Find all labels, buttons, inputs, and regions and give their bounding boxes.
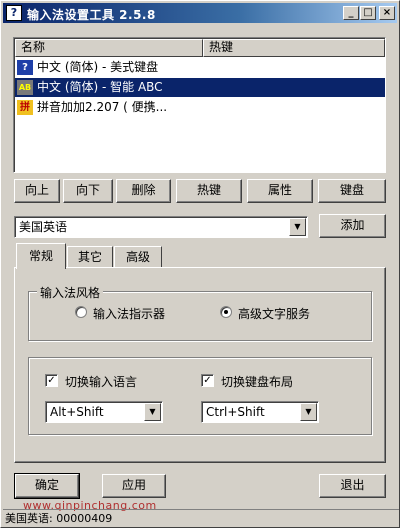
chevron-down-icon[interactable]: ▼ [300,403,317,421]
text-services-radio-label[interactable]: 高级文字服务 [238,305,310,322]
move-up-button[interactable]: 向上 [14,179,60,203]
pinyin-ime-icon: 拼 [17,100,33,115]
indicator-radio[interactable] [75,306,87,318]
column-hotkey[interactable]: 热键 [203,39,385,57]
text-services-radio[interactable] [220,306,232,318]
tab-advanced[interactable]: 高级 [114,246,162,268]
list-header: 名称 热键 [15,39,385,57]
language-select[interactable]: 美国英语 ▼ [14,216,308,238]
abc-ime-icon: AB [17,80,33,95]
list-item[interactable]: 拼 拼音加加2.207 ( 便携... [15,98,385,117]
tab-other[interactable]: 其它 [67,246,113,268]
ok-button[interactable]: 确定 [14,473,80,499]
switch-language-checkbox[interactable]: ✓ [45,374,58,387]
hotkey-button[interactable]: 热键 [176,179,242,203]
ime-list[interactable]: 名称 热键 ? 中文 (简体) - 美式键盘 AB 中文 (简体) - 智能 A… [13,37,386,173]
switch-keyboard-checkbox[interactable]: ✓ [201,374,214,387]
window-title: 输入法设置工具 2.5.8 [27,8,156,22]
add-button[interactable]: 添加 [319,214,386,238]
delete-button[interactable]: 删除 [116,179,171,203]
properties-button[interactable]: 属性 [247,179,313,203]
title-bar[interactable]: ? 输入法设置工具 2.5.8 _ □ × [3,3,397,23]
help-icon: ? [17,60,33,75]
close-button[interactable]: × [379,6,395,20]
keyboard-button[interactable]: 键盘 [318,179,386,203]
apply-button[interactable]: 应用 [102,474,166,498]
switch-keyboard-label[interactable]: 切换键盘布局 [221,373,293,390]
switch-language-label[interactable]: 切换输入语言 [65,373,137,390]
language-hotkey-select[interactable]: Alt+Shift ▼ [45,401,163,423]
keyboard-hotkey-select[interactable]: Ctrl+Shift ▼ [201,401,319,423]
list-item-name: 中文 (简体) - 美式键盘 [37,60,159,74]
column-name[interactable]: 名称 [15,39,203,57]
main-window: ? 输入法设置工具 2.5.8 _ □ × 名称 热键 ? 中文 (简体) - … [0,0,400,528]
chevron-down-icon[interactable]: ▼ [289,218,306,236]
status-bar: 美国英语: 00000409 [3,509,399,527]
list-item-name: 拼音加加2.207 ( 便携... [37,100,168,114]
list-item-selected[interactable]: AB 中文 (简体) - 智能 ABC [15,78,385,97]
maximize-button[interactable]: □ [360,6,376,20]
list-item-name: 中文 (简体) - 智能 ABC [37,80,163,94]
tab-general[interactable]: 常规 [16,243,66,269]
chevron-down-icon[interactable]: ▼ [144,403,161,421]
minimize-button[interactable]: _ [343,6,359,20]
move-down-button[interactable]: 向下 [63,179,113,203]
radio-dot-icon [224,310,228,314]
language-select-value: 美国英语 [19,220,68,234]
keyboard-hotkey-value: Ctrl+Shift [206,405,265,419]
switch-group [28,357,372,435]
list-item[interactable]: ? 中文 (简体) - 美式键盘 [15,58,385,77]
question-mark-icon[interactable]: ? [6,5,22,21]
language-hotkey-value: Alt+Shift [50,405,104,419]
indicator-radio-label[interactable]: 输入法指示器 [93,305,165,322]
exit-button[interactable]: 退出 [319,474,386,498]
ime-style-group-title: 输入法风格 [37,284,104,301]
